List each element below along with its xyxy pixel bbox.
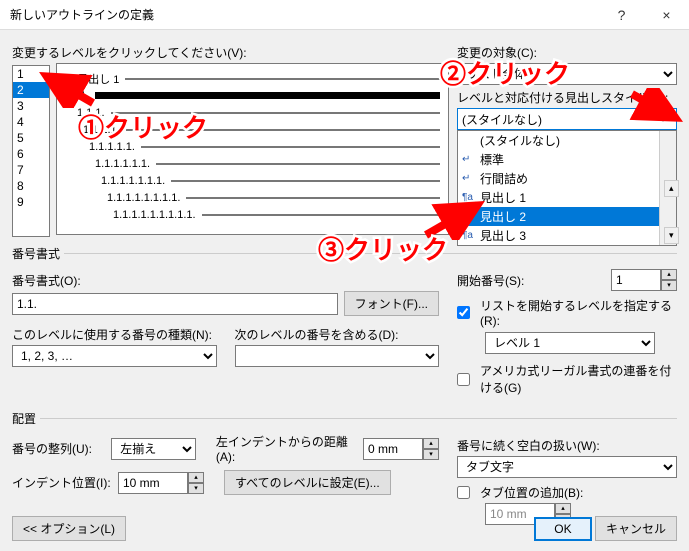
paragraph-icon: ↵	[462, 154, 476, 165]
position-legend: 配置	[12, 410, 40, 427]
start-at-label: 開始番号(S):	[457, 272, 605, 289]
paragraph-icon: ↵	[462, 173, 476, 184]
set-all-button[interactable]: すべてのレベルに設定(E)...	[224, 470, 391, 495]
add-tab-label: タブ位置の追加(B):	[480, 484, 583, 501]
scroll-up-icon[interactable]: ▴	[664, 180, 679, 197]
link-style-current: (スタイルなし)	[462, 111, 542, 128]
add-tab-row[interactable]: タブ位置の追加(B):	[457, 484, 677, 501]
close-button[interactable]: ×	[644, 0, 689, 30]
text-indent-spinner[interactable]: ▴▾	[118, 472, 204, 494]
start-at-spinner[interactable]: ▴▾	[611, 269, 677, 291]
preview-number: 1.1.1.1.	[83, 124, 120, 136]
style-option[interactable]: ¶a見出し 3	[458, 226, 676, 245]
number-format-label: 番号書式(O):	[12, 272, 439, 289]
scrollbar[interactable]: ▴ ▾	[659, 131, 676, 245]
spin-up-icon[interactable]: ▴	[188, 472, 204, 483]
preview-number: 1.1.	[71, 90, 89, 102]
number-style-label: このレベルに使用する番号の種類(N):	[12, 326, 217, 343]
add-tab-checkbox[interactable]	[457, 486, 470, 499]
style-option[interactable]: ¶a見出し 1	[458, 188, 676, 207]
style-option[interactable]: (スタイルなし)	[458, 131, 676, 150]
preview-number: 1.1.1.1.1.1.1.1.1.	[113, 209, 196, 221]
style-option[interactable]: ¶a見出し 2	[458, 207, 676, 226]
level-item[interactable]: 7	[13, 162, 49, 178]
title-bar: 新しいアウトラインの定義 ? ×	[0, 0, 689, 30]
spin-down-icon[interactable]: ▾	[423, 449, 439, 460]
level-item[interactable]: 6	[13, 146, 49, 162]
outline-preview: 1. 見出し 1 1.1. 1.1.1. 1.1.1.1. 1.1.1.1.1.…	[56, 63, 449, 235]
apply-to-select[interactable]: リスト全体	[457, 63, 677, 85]
level-list[interactable]: 1 2 3 4 5 6 7 8 9	[12, 65, 50, 237]
link-style-select[interactable]: (スタイルなし) ▾ (スタイルなし) ↵標準 ↵行間詰め ¶a見出し 1 ¶a…	[457, 108, 677, 130]
number-align-select[interactable]: 左揃え	[111, 438, 196, 460]
number-style-select[interactable]: 1, 2, 3, …	[12, 345, 217, 367]
legal-checkbox[interactable]	[457, 373, 470, 386]
restart-level-select[interactable]: レベル 1	[485, 332, 655, 354]
scroll-down-icon[interactable]: ▾	[664, 227, 679, 244]
heading-icon: ¶a	[462, 230, 476, 241]
preview-number: 1.1.1.1.1.1.	[95, 158, 150, 170]
preview-number: 1.1.1.1.1.1.1.	[101, 175, 165, 187]
spin-up-icon[interactable]: ▴	[423, 438, 439, 449]
spin-down-icon[interactable]: ▾	[661, 280, 677, 291]
level-item[interactable]: 2	[13, 82, 49, 98]
text-indent-label: インデント位置(I):	[12, 474, 112, 491]
number-format-group: 番号書式 番号書式(O): フォント(F)... このレベルに使用する番号の種類…	[12, 245, 677, 402]
ok-button[interactable]: OK	[534, 517, 591, 541]
preview-number: 1. 見出し 1	[65, 71, 119, 87]
text-indent-input[interactable]	[118, 472, 188, 494]
aligned-at-label: 左インデントからの距離(A):	[216, 433, 357, 464]
level-item[interactable]: 5	[13, 130, 49, 146]
number-align-label: 番号の整列(U):	[12, 440, 105, 457]
preview-number: 1.1.1.1.1.	[89, 141, 135, 153]
follow-number-select[interactable]: タブ文字	[457, 456, 677, 478]
style-dropdown-list[interactable]: (スタイルなし) ↵標準 ↵行間詰め ¶a見出し 1 ¶a見出し 2 ¶a見出し…	[457, 130, 677, 246]
style-option[interactable]: ↵標準	[458, 150, 676, 169]
number-format-input[interactable]	[12, 293, 338, 315]
level-item[interactable]: 1	[13, 66, 49, 82]
include-level-label: 次のレベルの番号を含める(D):	[235, 326, 440, 343]
window-title: 新しいアウトラインの定義	[10, 6, 154, 23]
level-item[interactable]: 8	[13, 178, 49, 194]
link-style-label: レベルと対応付ける見出しスタイル(K):	[457, 89, 677, 106]
level-item[interactable]: 4	[13, 114, 49, 130]
spin-down-icon[interactable]: ▾	[188, 483, 204, 494]
preview-number: 1.1.1.	[77, 107, 105, 119]
position-group: 配置 番号の整列(U): 左揃え 左インデントからの距離(A): ▴▾ インデン…	[12, 410, 677, 531]
restart-label: リストを開始するレベルを指定する(R):	[480, 297, 677, 328]
spin-up-icon: ▴	[555, 503, 571, 514]
legal-label: アメリカ式リーガル書式の連番を付ける(G)	[480, 362, 677, 396]
restart-checkbox[interactable]	[457, 306, 470, 319]
number-format-legend: 番号書式	[12, 245, 64, 262]
preview-number: 1.1.1.1.1.1.1.1.	[107, 192, 180, 204]
legal-checkbox-row[interactable]: アメリカ式リーガル書式の連番を付ける(G)	[457, 362, 677, 396]
style-option[interactable]: ↵行間詰め	[458, 169, 676, 188]
follow-number-label: 番号に続く空白の扱い(W):	[457, 437, 677, 454]
chevron-down-icon[interactable]: ▾	[654, 114, 672, 125]
font-button[interactable]: フォント(F)...	[344, 291, 439, 316]
options-button[interactable]: << オプション(L)	[12, 516, 126, 541]
start-at-input[interactable]	[611, 269, 661, 291]
level-item[interactable]: 9	[13, 194, 49, 210]
apply-to-label: 変更の対象(C):	[457, 44, 677, 61]
restart-checkbox-row[interactable]: リストを開始するレベルを指定する(R):	[457, 297, 677, 328]
aligned-at-input[interactable]	[363, 438, 423, 460]
help-button[interactable]: ?	[599, 0, 644, 30]
cancel-button[interactable]: キャンセル	[595, 516, 677, 541]
level-click-label: 変更するレベルをクリックしてください(V):	[12, 44, 449, 61]
heading-icon: ¶a	[462, 192, 476, 203]
aligned-at-spinner[interactable]: ▴▾	[363, 438, 439, 460]
include-level-select[interactable]	[235, 345, 440, 367]
level-item[interactable]: 3	[13, 98, 49, 114]
spin-up-icon[interactable]: ▴	[661, 269, 677, 280]
heading-icon: ¶a	[462, 211, 476, 222]
